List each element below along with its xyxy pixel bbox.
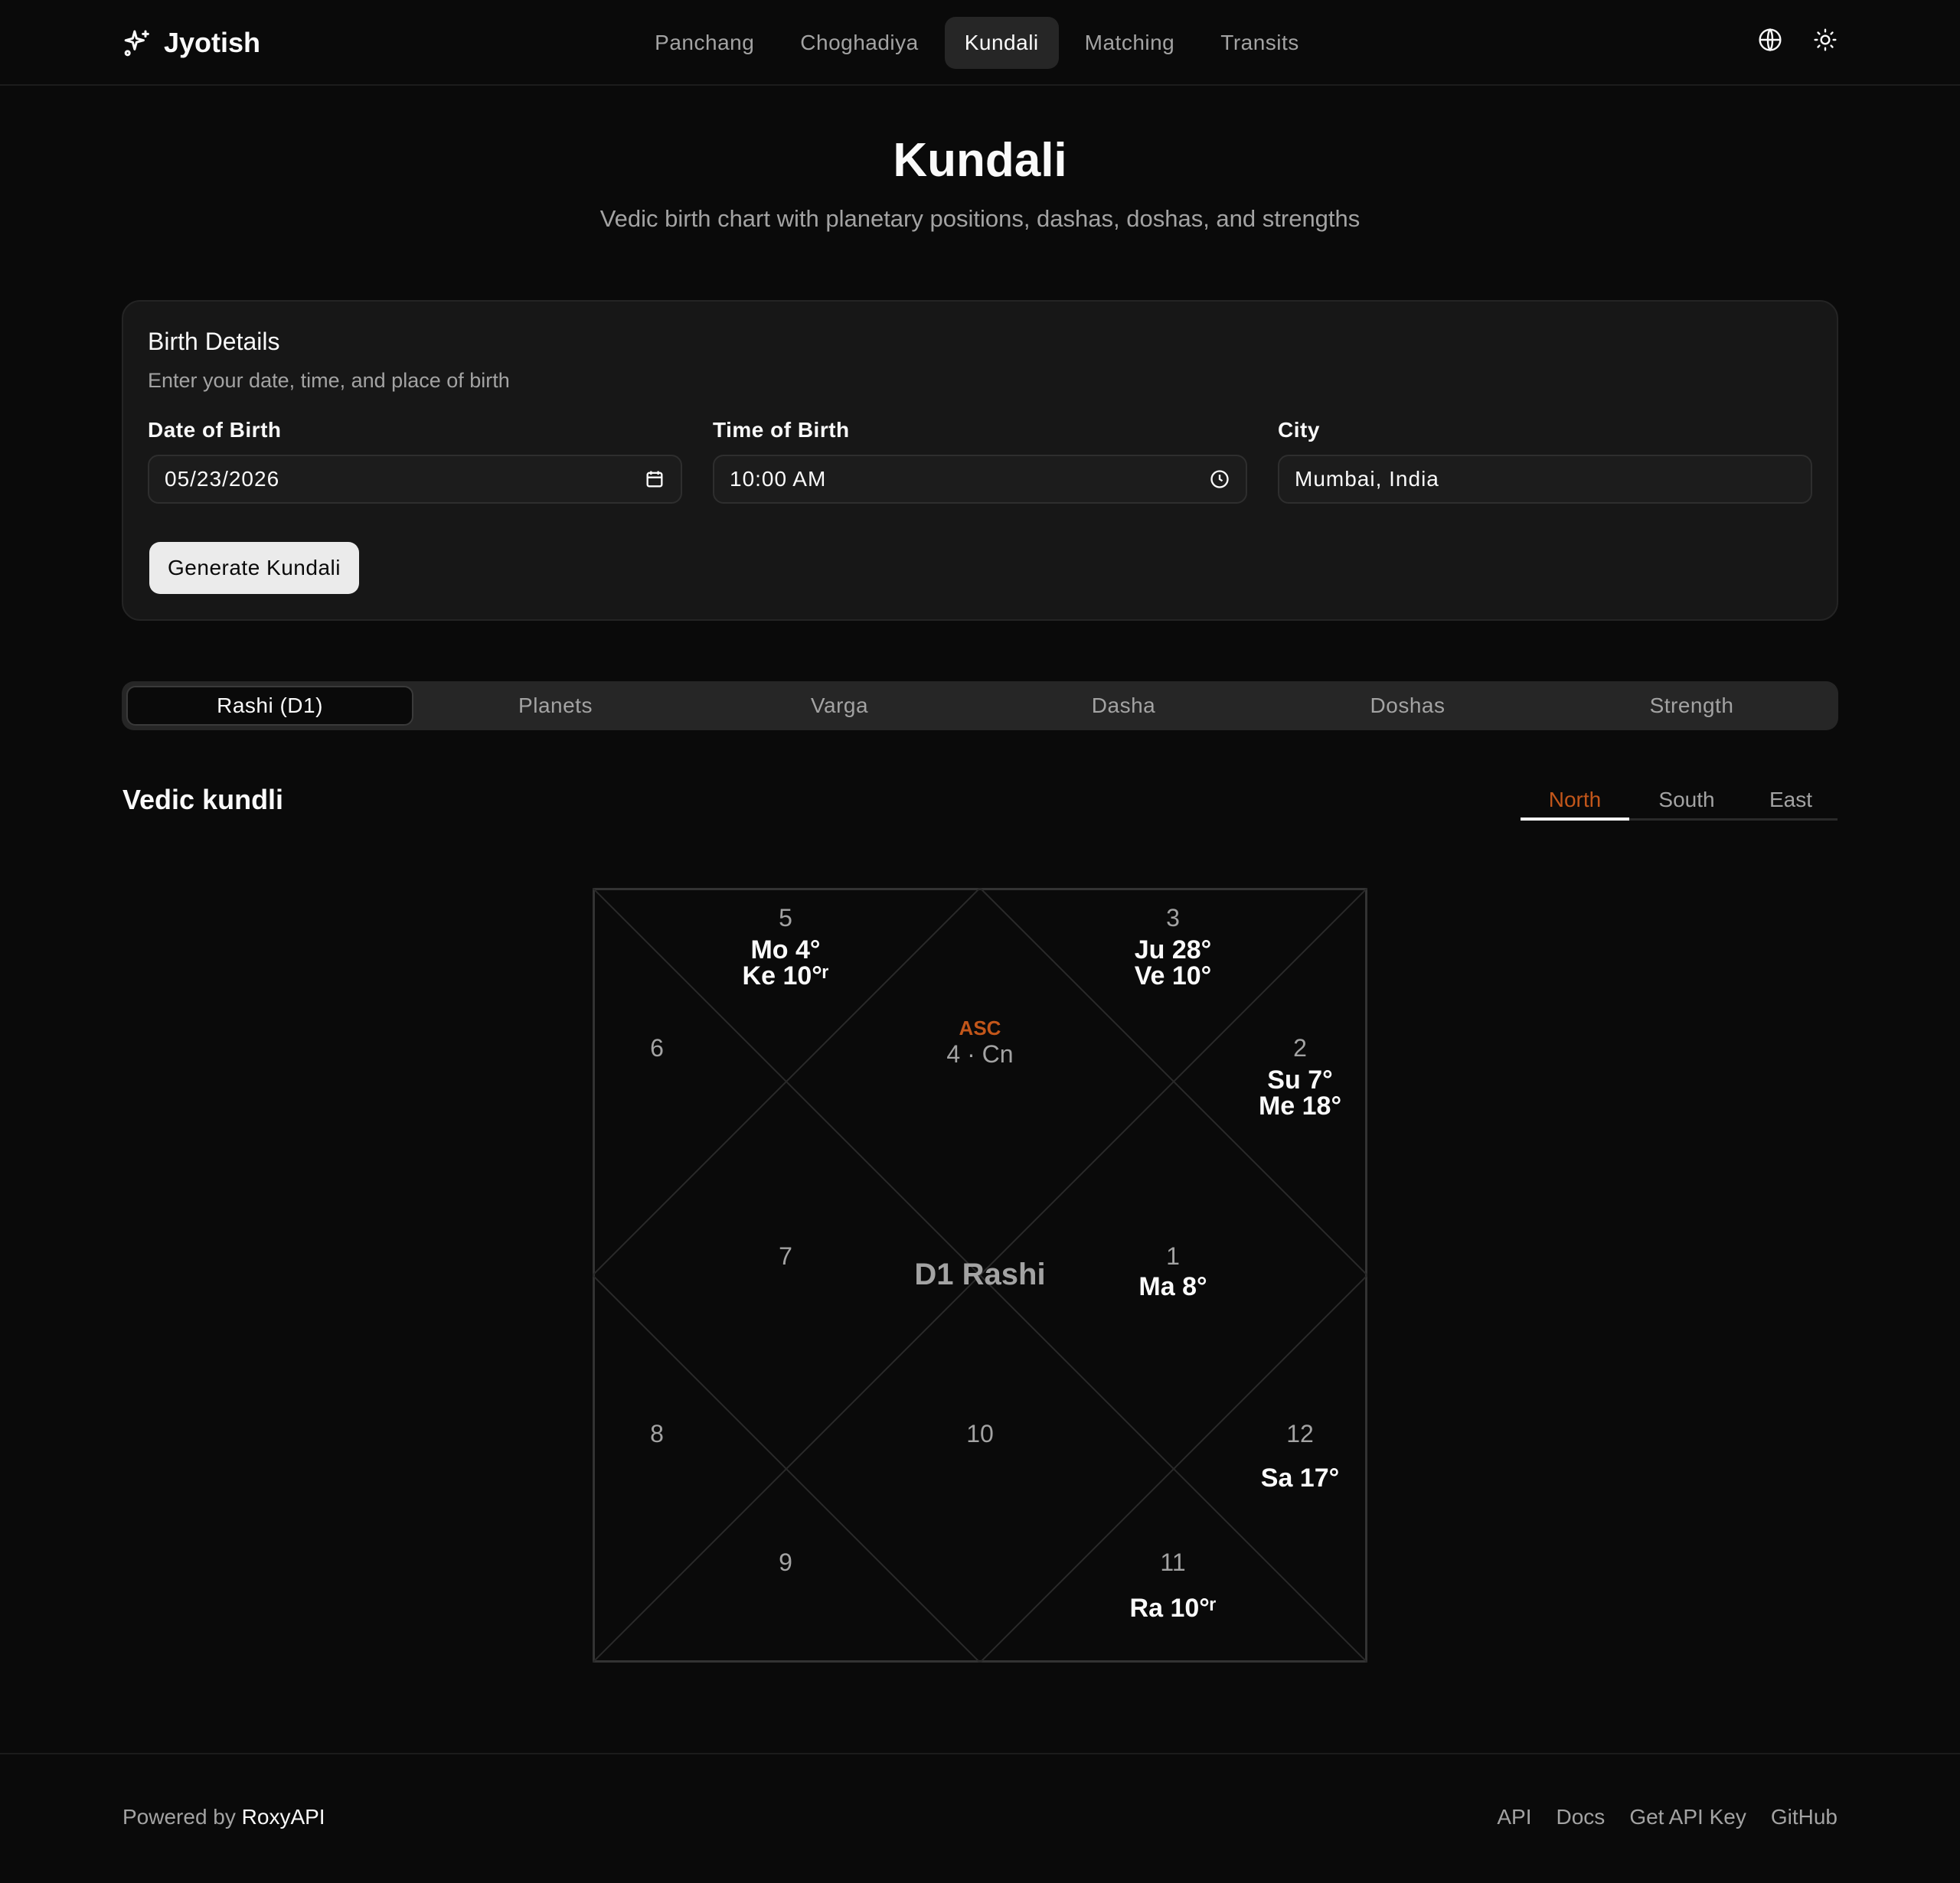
house-number-6: 6: [650, 1034, 664, 1062]
date-label: Date of Birth: [148, 418, 282, 442]
chart-tabs: Rashi (D1) Planets Varga Dasha Doshas St…: [122, 681, 1838, 730]
city-label: City: [1278, 418, 1320, 442]
kundali-chart-svg: 1Ma 8° 2 Su 7°Me 18° 3 Ju 28°Ve 10° 5 Mo 4°Ke …: [593, 888, 1367, 1663]
powered-by: Powered by RoxyAPI: [122, 1805, 325, 1829]
footer-link-api-key[interactable]: Get API Key: [1629, 1805, 1746, 1829]
date-field: Date of Birth 05/23/2026: [148, 418, 682, 504]
tab-rashi[interactable]: Rashi (D1): [126, 686, 413, 726]
house-number-8: 8: [650, 1420, 664, 1447]
city-field: City Mumbai, India: [1278, 418, 1812, 504]
house-number-2: 2: [1293, 1034, 1307, 1062]
nav-panchang[interactable]: Panchang: [635, 17, 774, 69]
house-number-11: 11: [1160, 1548, 1185, 1576]
time-input[interactable]: 10:00 AM: [713, 455, 1247, 504]
card-title: Birth Details: [148, 328, 280, 355]
header-actions: [1758, 28, 1838, 52]
globe-icon[interactable]: [1758, 28, 1782, 52]
planet-label: Ra 10°ʳ: [1130, 1594, 1217, 1623]
style-east[interactable]: East: [1744, 781, 1838, 818]
style-south[interactable]: South: [1629, 781, 1744, 818]
tab-strength[interactable]: Strength: [1550, 686, 1834, 726]
chart-style-tabs: North South East: [1521, 781, 1838, 821]
style-north[interactable]: North: [1521, 781, 1629, 821]
kundali-chart: 1 Ma 8° 2 Su 7° Me 18° 3 Ju 28° Ve 10° 5 Mo 4° Ke …: [593, 888, 1367, 1663]
date-value: 05/23/2026: [165, 467, 280, 491]
footer: Powered by RoxyAPI API Docs Get API Key …: [0, 1753, 1960, 1883]
sun-icon[interactable]: [1813, 28, 1838, 52]
nav-kundali[interactable]: Kundali: [944, 17, 1059, 69]
time-value: 10:00 AM: [730, 467, 827, 491]
tab-planets[interactable]: Planets: [413, 686, 697, 726]
house-number-10: 10: [966, 1420, 994, 1447]
planet-label: Ju 28°: [1135, 935, 1212, 964]
house-number-7: 7: [779, 1242, 792, 1270]
footer-link-docs[interactable]: Docs: [1557, 1805, 1606, 1829]
nav-transits[interactable]: Transits: [1200, 17, 1319, 69]
planet-label: Su 7°: [1267, 1066, 1332, 1095]
footer-links: API Docs Get API Key GitHub: [1497, 1805, 1838, 1829]
planet-label: Me 18°: [1259, 1092, 1341, 1121]
house-number-9: 9: [779, 1548, 792, 1576]
birth-details-card: Birth Details Enter your date, time, and…: [122, 300, 1838, 621]
time-field: Time of Birth 10:00 AM: [713, 418, 1247, 504]
powered-brand-link[interactable]: RoxyAPI: [242, 1805, 325, 1829]
clock-icon[interactable]: [1209, 468, 1230, 490]
date-input[interactable]: 05/23/2026: [148, 455, 682, 504]
asc-sign: 4 · Cn: [946, 1040, 1013, 1068]
nav-matching[interactable]: Matching: [1065, 17, 1195, 69]
house-number-1: 1: [1166, 1242, 1180, 1270]
asc-label: ASC: [959, 1017, 1001, 1039]
top-header: Jyotish Panchang Choghadiya Kundali Matc…: [0, 0, 1960, 86]
chart-center-label: D1 Rashi: [914, 1258, 1045, 1291]
tab-varga[interactable]: Varga: [697, 686, 982, 726]
section-title: Vedic kundli: [122, 784, 284, 815]
page-title: Kundali: [893, 134, 1067, 187]
card-subtitle: Enter your date, time, and place of birt…: [148, 369, 510, 392]
nav-choghadiya[interactable]: Choghadiya: [780, 17, 938, 69]
tab-dasha[interactable]: Dasha: [982, 686, 1266, 726]
house-number-5: 5: [779, 904, 792, 932]
city-value: Mumbai, India: [1295, 467, 1439, 491]
planet-label: Ve 10°: [1135, 961, 1212, 990]
powered-prefix: Powered by: [122, 1805, 236, 1829]
time-label: Time of Birth: [713, 418, 850, 442]
city-input[interactable]: Mumbai, India: [1278, 455, 1812, 504]
planet-label: Mo 4°: [750, 935, 820, 964]
tab-doshas[interactable]: Doshas: [1266, 686, 1550, 726]
generate-kundali-button[interactable]: Generate Kundali: [149, 542, 359, 594]
planet-label: Ma 8°: [1138, 1272, 1207, 1301]
main-nav: Panchang Choghadiya Kundali Matching Tra…: [0, 17, 1960, 69]
house-number-3: 3: [1166, 904, 1180, 932]
footer-link-api[interactable]: API: [1497, 1805, 1531, 1829]
planet-label: Ke 10°ʳ: [743, 961, 829, 990]
calendar-icon[interactable]: [644, 468, 665, 490]
house-number-12: 12: [1286, 1420, 1314, 1447]
planet-label: Sa 17°: [1261, 1464, 1339, 1493]
page-subtitle: Vedic birth chart with planetary positio…: [599, 205, 1361, 232]
footer-link-github[interactable]: GitHub: [1771, 1805, 1838, 1829]
